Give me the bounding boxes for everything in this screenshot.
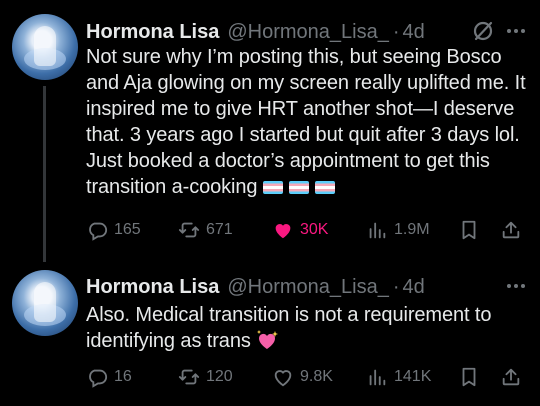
sparkling-heart-emoji [255,329,279,351]
reply-button[interactable]: 165 [86,216,141,244]
like-count: 30K [300,221,329,238]
reply-icon [89,222,108,241]
tweet[interactable]: Hormona Lisa @Hormona_Lisa_ · 4d Not sur… [0,0,540,262]
transgender-flag-emoji [263,181,284,195]
bookmark-button[interactable] [458,216,480,244]
author-name[interactable]: Hormona Lisa [86,276,219,299]
reply-count: 165 [114,221,141,238]
action-bar: 16 120 9.8K 141K [86,363,530,391]
separator: · [392,20,400,43]
reply-icon [89,369,108,388]
views-button[interactable]: 141K [366,363,431,391]
repost-icon [178,222,200,238]
more-icon[interactable] [504,275,528,297]
bookmark-button[interactable] [458,363,480,391]
repost-button[interactable]: 120 [178,363,233,391]
like-button[interactable]: 30K [272,216,328,244]
views-icon [369,369,386,386]
share-button[interactable] [500,363,522,391]
author-handle[interactable]: @Hormona_Lisa_ [227,276,389,299]
tweet-text: Not sure why I’m posting this, but seein… [86,44,530,200]
tweet-text: Also. Medical transition is not a requir… [86,302,530,354]
share-icon [502,221,520,239]
tweet-header: Hormona Lisa @Hormona_Lisa_ · 4d [86,273,532,301]
author-name[interactable]: Hormona Lisa [86,21,219,44]
views-button[interactable]: 1.9M [366,216,430,244]
transgender-flag-emoji [289,181,310,195]
tweet-text-content: Not sure why I’m posting this, but seein… [86,46,526,198]
bookmark-icon [462,220,476,240]
timestamp[interactable]: 4d [403,21,425,44]
repost-count: 671 [206,221,233,238]
like-icon [275,224,291,239]
separator: · [392,275,400,298]
like-button[interactable]: 9.8K [272,363,333,391]
share-icon [502,368,520,386]
avatar[interactable] [12,270,78,336]
repost-count: 120 [206,368,233,385]
like-count: 9.8K [300,368,333,385]
repost-icon [178,369,200,385]
author-handle[interactable]: @Hormona_Lisa_ [227,21,389,44]
like-icon [274,370,292,387]
share-button[interactable] [500,216,522,244]
action-bar: 165 671 30K 1.9M [86,216,530,244]
avatar[interactable] [12,14,78,80]
tweet-header: Hormona Lisa @Hormona_Lisa_ · 4d [86,18,532,46]
timestamp[interactable]: 4d [403,276,425,299]
views-count: 141K [394,368,432,385]
views-count: 1.9M [394,221,430,238]
reply-button[interactable]: 16 [86,363,132,391]
more-icon[interactable] [504,20,528,42]
tweet-text-content: Also. Medical transition is not a requir… [86,304,492,352]
grok-icon[interactable] [472,20,494,42]
reply-count: 16 [114,368,132,385]
thread-line [43,86,46,262]
views-icon [369,222,386,239]
transgender-flag-emoji [315,181,336,195]
repost-button[interactable]: 671 [178,216,233,244]
bookmark-icon [462,367,476,387]
tweet[interactable]: Hormona Lisa @Hormona_Lisa_ · 4d Also. M… [0,262,540,406]
